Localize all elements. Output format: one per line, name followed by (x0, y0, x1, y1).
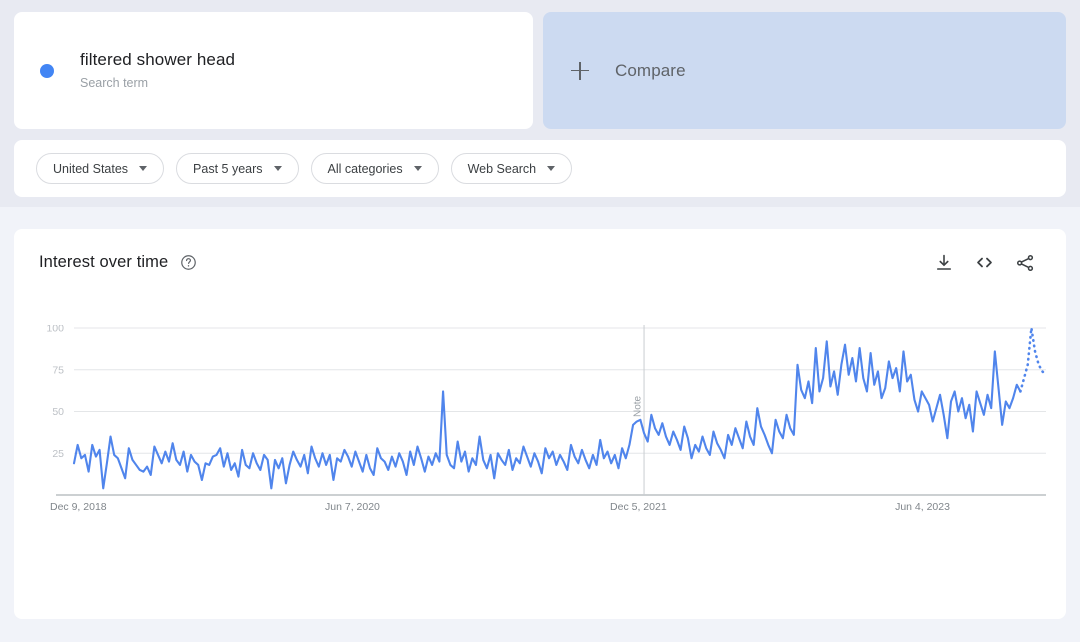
search-term-type: Search term (80, 75, 149, 90)
chart-plot-area[interactable]: 25 50 75 100 Note Dec 9, 2018 Jun 7, 2020 Dec 5… (14, 325, 1080, 525)
compare-label: Compare (615, 60, 686, 80)
chevron-down-icon (413, 166, 422, 171)
x-axis-tick-label: Dec 9, 2018 (50, 501, 107, 513)
embed-code-icon[interactable] (974, 252, 995, 273)
download-icon[interactable] (934, 253, 954, 273)
filter-time-range-label: Past 5 years (193, 161, 263, 176)
compare-card[interactable]: Compare (543, 12, 1066, 129)
filters-zone: filtered shower head Search term Compare… (0, 0, 1080, 207)
y-axis-tick-label: 25 (52, 448, 64, 460)
search-term-card[interactable]: filtered shower head Search term (14, 12, 533, 129)
chart-header: Interest over time (14, 229, 1066, 273)
interest-over-time-card: Interest over time 25 50 75 100 Note Dec… (14, 229, 1066, 619)
y-axis-tick-label: 50 (52, 406, 64, 418)
chevron-down-icon (547, 166, 556, 171)
trend-line (72, 340, 1022, 490)
share-icon[interactable] (1015, 253, 1035, 273)
search-terms-row: filtered shower head Search term Compare (14, 12, 1066, 129)
filter-search-type[interactable]: Web Search (450, 153, 573, 184)
filter-location[interactable]: United States (36, 153, 165, 184)
note-annotation-label[interactable]: Note (633, 395, 644, 417)
filter-category-label: All categories (327, 161, 403, 176)
filter-time-range[interactable]: Past 5 years (176, 153, 299, 184)
search-term-label: filtered shower head (80, 49, 236, 69)
plus-icon (571, 61, 589, 80)
filter-bar: United States Past 5 years All categorie… (14, 140, 1066, 197)
y-axis-tick-label: 75 (52, 364, 64, 376)
interest-over-time-chart[interactable]: 25 50 75 100 Note Dec 9, 2018 Jun 7, 2020 Dec 5… (14, 325, 1080, 525)
filter-location-label: United States (53, 161, 129, 176)
x-axis-tick-label: Jun 7, 2020 (325, 501, 380, 513)
chart-actions (934, 252, 1042, 273)
filter-category[interactable]: All categories (310, 153, 439, 184)
chevron-down-icon (273, 166, 282, 171)
partial-data-line (1019, 327, 1048, 393)
page-title: Interest over time (39, 253, 169, 271)
chevron-down-icon (139, 166, 148, 171)
help-circle-icon[interactable] (180, 254, 197, 271)
filter-search-type-label: Web Search (467, 161, 537, 176)
y-axis-tick-label: 100 (46, 325, 64, 335)
x-axis-tick-label: Jun 4, 2023 (895, 501, 950, 513)
series-color-dot (40, 63, 54, 78)
x-axis-tick-label: Dec 5, 2021 (610, 501, 667, 513)
